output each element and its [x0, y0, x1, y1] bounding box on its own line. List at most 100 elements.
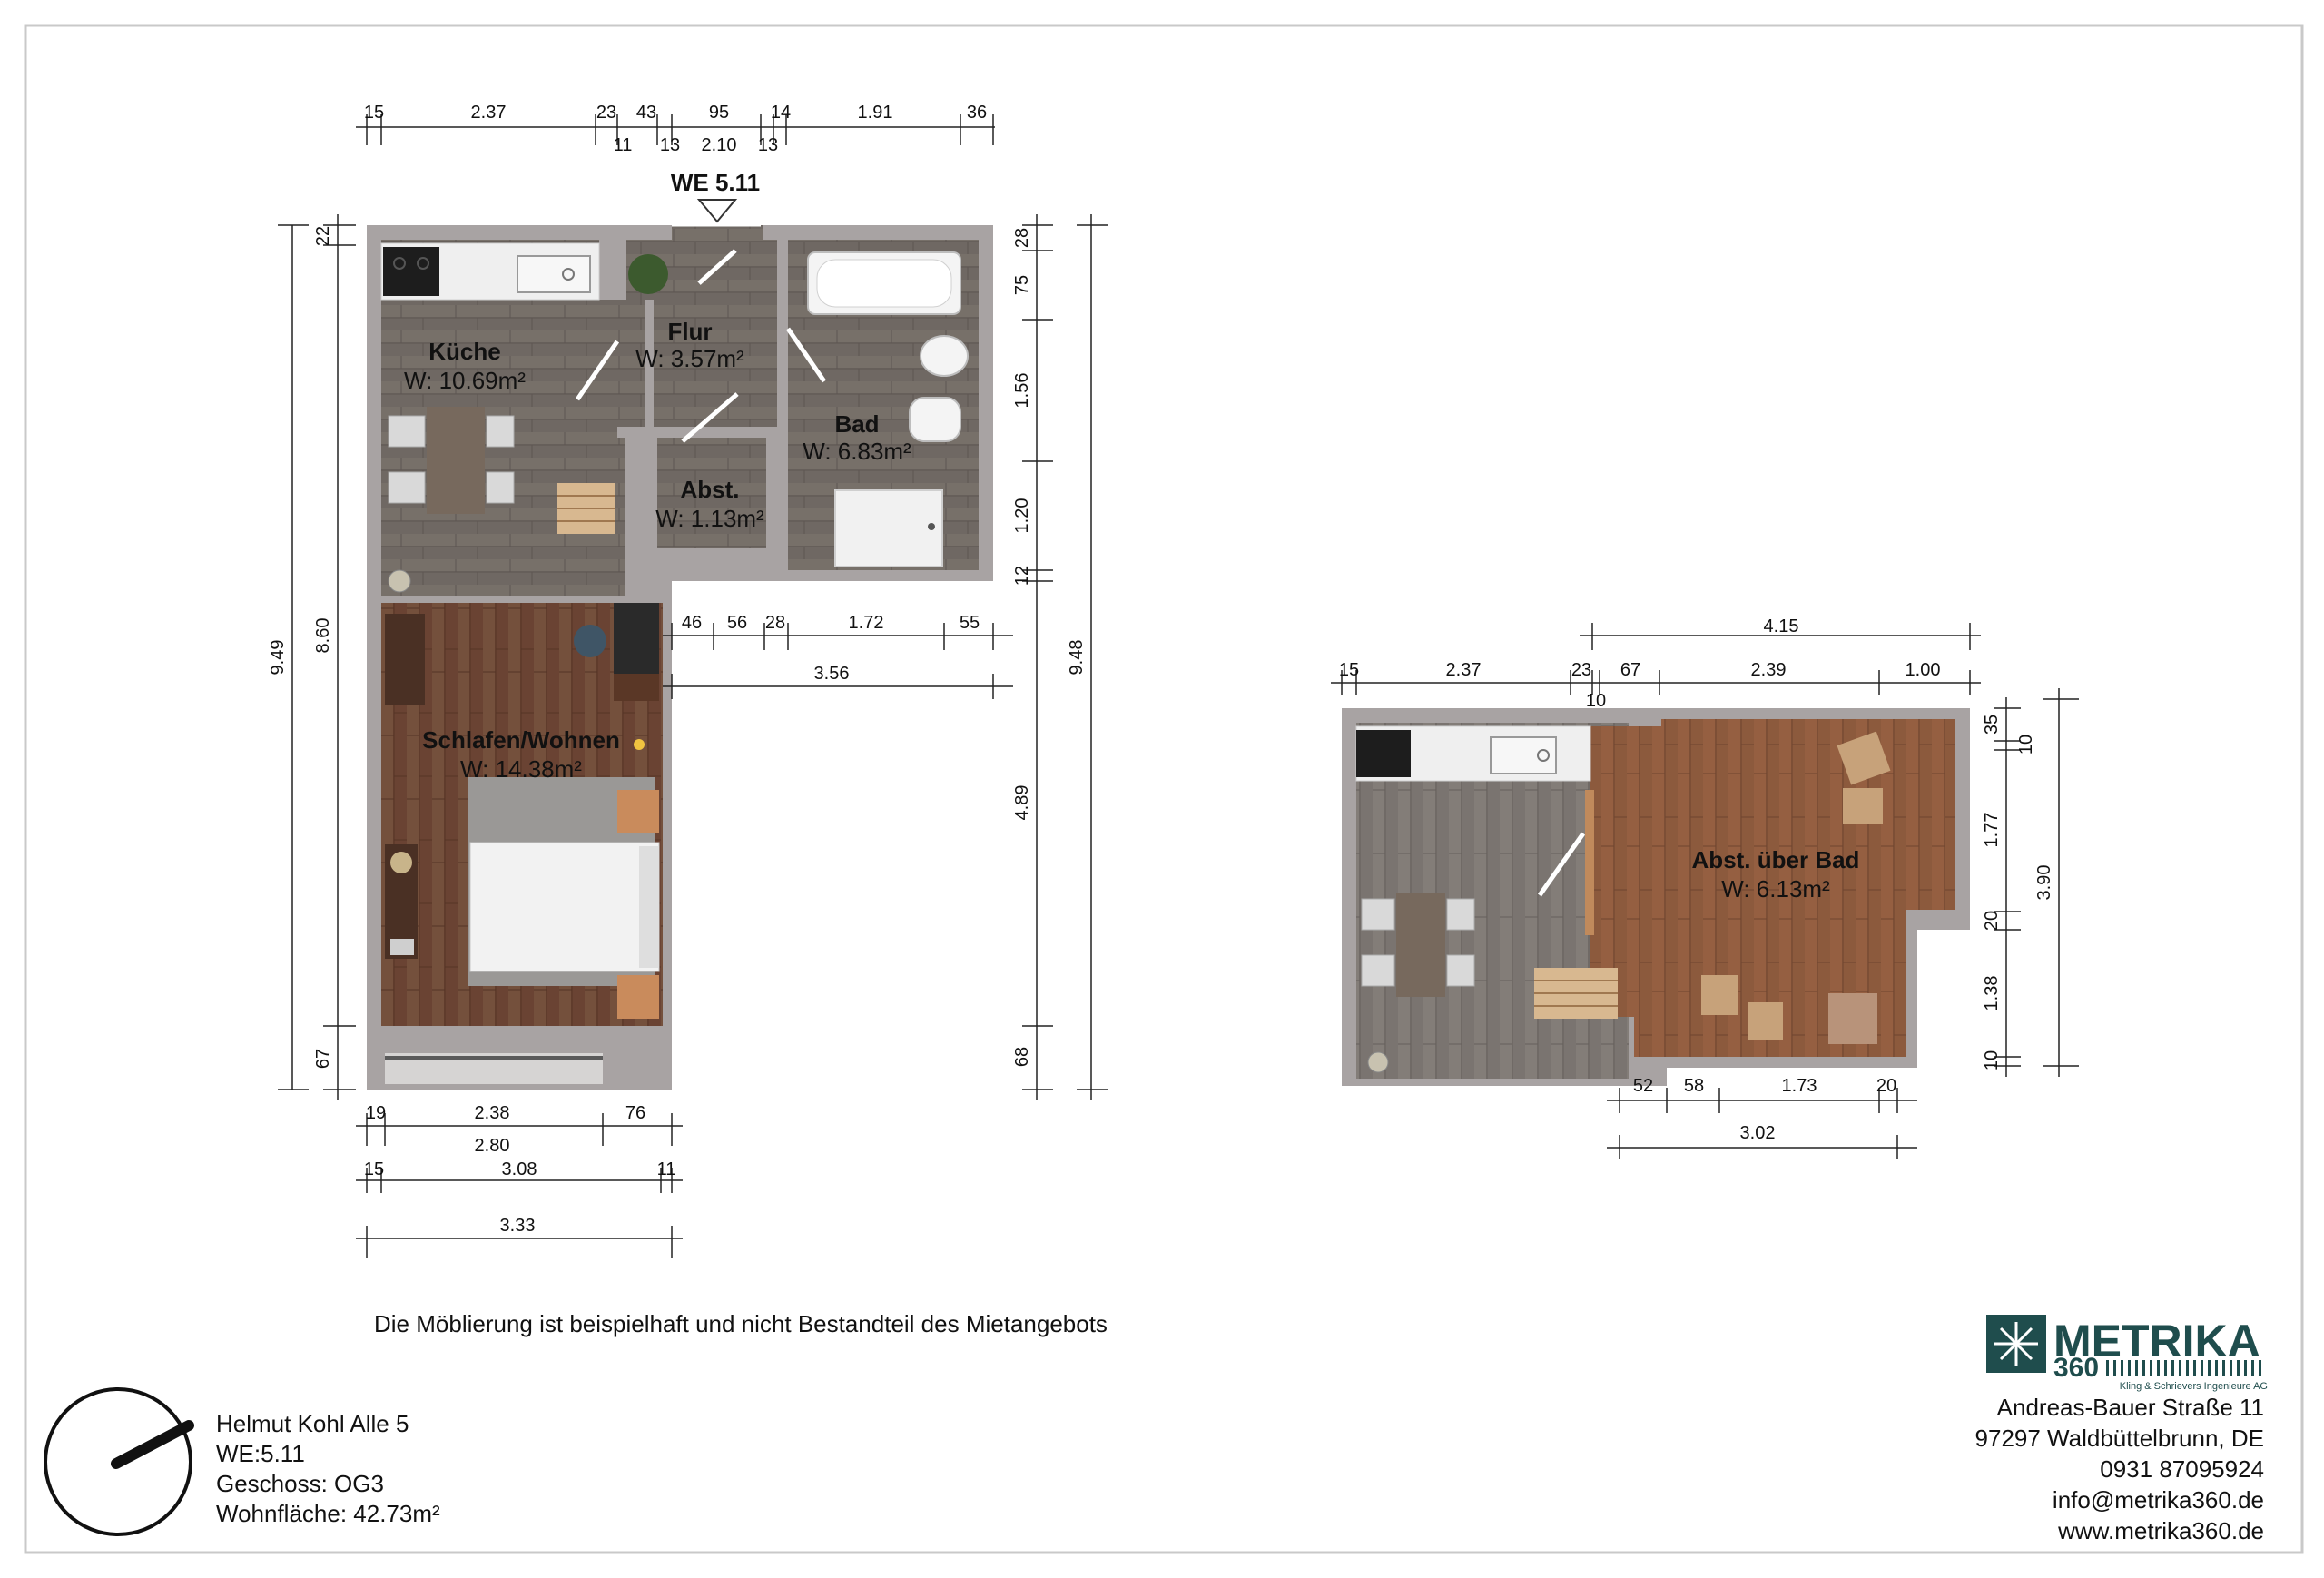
- dim-text: 67: [313, 1049, 333, 1069]
- dim-text: 13: [758, 135, 778, 155]
- company-street: Andreas-Bauer Straße 11: [1996, 1394, 2264, 1421]
- dim-text: 8.60: [313, 618, 333, 654]
- dim-text: 1.00: [1905, 660, 1941, 680]
- dim-text: 3.90: [2034, 865, 2054, 901]
- dim-text: 20: [1876, 1076, 1896, 1096]
- desk-shelf: [614, 674, 659, 701]
- dim-text: 2.37: [471, 103, 507, 123]
- logo-subtitle-text: Kling & Schrievers Ingenieure AG: [2120, 1381, 2268, 1392]
- dim-text: 15: [1339, 660, 1359, 680]
- dim-text: 15: [364, 103, 384, 123]
- dim-text: 28: [1012, 228, 1032, 248]
- dim-text: 3.08: [502, 1159, 537, 1179]
- room-name-kueche: Küche: [428, 338, 500, 365]
- company-logo: METRIKA 360 Kling & Schrievers Ingenieur…: [1986, 1315, 2268, 1392]
- room-name-abst-bad: Abst. über Bad: [1692, 846, 1860, 873]
- unit-label: WE 5.11: [671, 169, 760, 196]
- shower: [834, 489, 943, 567]
- room-area-abst: W: 1.13m²: [655, 505, 764, 532]
- dim-text: 23: [596, 103, 616, 123]
- room-area-flur: W: 3.57m²: [635, 345, 744, 372]
- property-address: Helmut Kohl Alle 5: [216, 1410, 409, 1437]
- dim-text: 3.02: [1740, 1123, 1776, 1143]
- room-name-abst: Abst.: [681, 476, 740, 503]
- dim-text: 76: [625, 1103, 645, 1123]
- sink: [517, 255, 591, 293]
- company-website[interactable]: www.metrika360.de: [1975, 1515, 2264, 1546]
- dim-text: 75: [1012, 275, 1032, 295]
- dim-text: 1.73: [1782, 1076, 1817, 1096]
- property-unit: WE:5.11: [216, 1440, 305, 1467]
- floor-plan-sheet: WE 5.11 Küche W: 10.69m² Flur W: 3.57m² …: [24, 24, 2304, 1554]
- dim-text: 2.38: [475, 1103, 510, 1123]
- dim-text: 2.10: [702, 135, 737, 155]
- dim-text: 46: [682, 613, 702, 633]
- dim-text: 95: [709, 103, 729, 123]
- dim-text: 67: [1620, 660, 1640, 680]
- washbasin: [920, 335, 969, 377]
- dim-text: 9.48: [1067, 640, 1087, 676]
- dim-text: 13: [660, 135, 680, 155]
- dim-text: 55: [960, 613, 980, 633]
- company-email[interactable]: info@metrika360.de: [1975, 1484, 2264, 1515]
- dim-text: 1.72: [849, 613, 884, 633]
- dim-text: 2.37: [1446, 660, 1482, 680]
- dim-text: 20: [1982, 911, 2002, 931]
- hallway-plant: [628, 254, 668, 294]
- dim-text: 10: [2016, 735, 2036, 754]
- room-area-kueche: W: 10.69m²: [404, 367, 526, 394]
- toilet: [909, 397, 961, 442]
- dim-text: 23: [1571, 660, 1591, 680]
- desk-chair: [574, 625, 606, 657]
- dim-text: 4.15: [1764, 616, 1799, 636]
- dim-text: 68: [1012, 1047, 1032, 1067]
- dim-text: 1.56: [1012, 373, 1032, 409]
- kitchen-plant: [388, 569, 411, 593]
- entrance-arrow: [696, 199, 738, 223]
- property-floor: Geschoss: OG3: [216, 1470, 384, 1497]
- room-name-flur: Flur: [667, 318, 712, 345]
- room-area-bad: W: 6.83m²: [803, 438, 911, 465]
- dim-text: 28: [765, 613, 785, 633]
- company-city: 97297 Waldbüttelbrunn, DE: [1974, 1425, 2264, 1452]
- nightstand-top: [617, 790, 659, 833]
- room-area-abst-bad: W: 6.13m²: [1721, 875, 1830, 902]
- company-phone: 0931 87095924: [2100, 1455, 2264, 1483]
- property-area: Wohnfläche: 42.73m²: [216, 1500, 440, 1527]
- dim-text: 35: [1982, 715, 2002, 735]
- room-name-bad: Bad: [834, 410, 879, 438]
- dim-text: 1.20: [1012, 498, 1032, 534]
- upper-floor-plan: [1342, 708, 1970, 1086]
- dim-text: 12: [1012, 566, 1032, 586]
- dim-text: 1.38: [1982, 976, 2002, 1011]
- dim-text: 58: [1684, 1076, 1704, 1096]
- dim-text: 15: [364, 1159, 384, 1179]
- dim-text: 36: [967, 103, 987, 123]
- sideboard: [385, 614, 425, 705]
- desk: [614, 603, 659, 674]
- dim-text: 2.39: [1751, 660, 1787, 680]
- company-contact: Andreas-Bauer Straße 11 97297 Waldbüttel…: [1975, 1392, 2264, 1546]
- room-area-schlafen: W: 14.38m²: [460, 755, 582, 783]
- logo-number-text: 360: [2053, 1353, 2099, 1383]
- nightstand-bottom: [617, 975, 659, 1019]
- dim-text: 56: [727, 613, 747, 633]
- dim-text: 14: [771, 103, 791, 123]
- bed: [469, 842, 660, 972]
- cooktop: [383, 247, 439, 296]
- dim-text: 11: [614, 135, 633, 155]
- dining-table: [427, 407, 485, 514]
- property-info: Helmut Kohl Alle 5 WE:5.11 Geschoss: OG3…: [216, 1409, 440, 1529]
- dim-text: 1.91: [858, 103, 893, 123]
- dim-text: 19: [366, 1103, 386, 1123]
- room-name-schlafen: Schlafen/Wohnen: [422, 726, 620, 754]
- dim-text: 11: [657, 1159, 676, 1179]
- dim-text: 9.49: [268, 640, 288, 676]
- dim-text: 22: [313, 226, 333, 246]
- dim-text: 3.56: [814, 664, 850, 684]
- kitchen-floor: [381, 300, 650, 599]
- dim-text: 43: [636, 103, 656, 123]
- dim-text: 10: [1982, 1050, 2002, 1070]
- dim-text: 1.77: [1982, 813, 2002, 848]
- dim-text: 4.89: [1012, 785, 1032, 821]
